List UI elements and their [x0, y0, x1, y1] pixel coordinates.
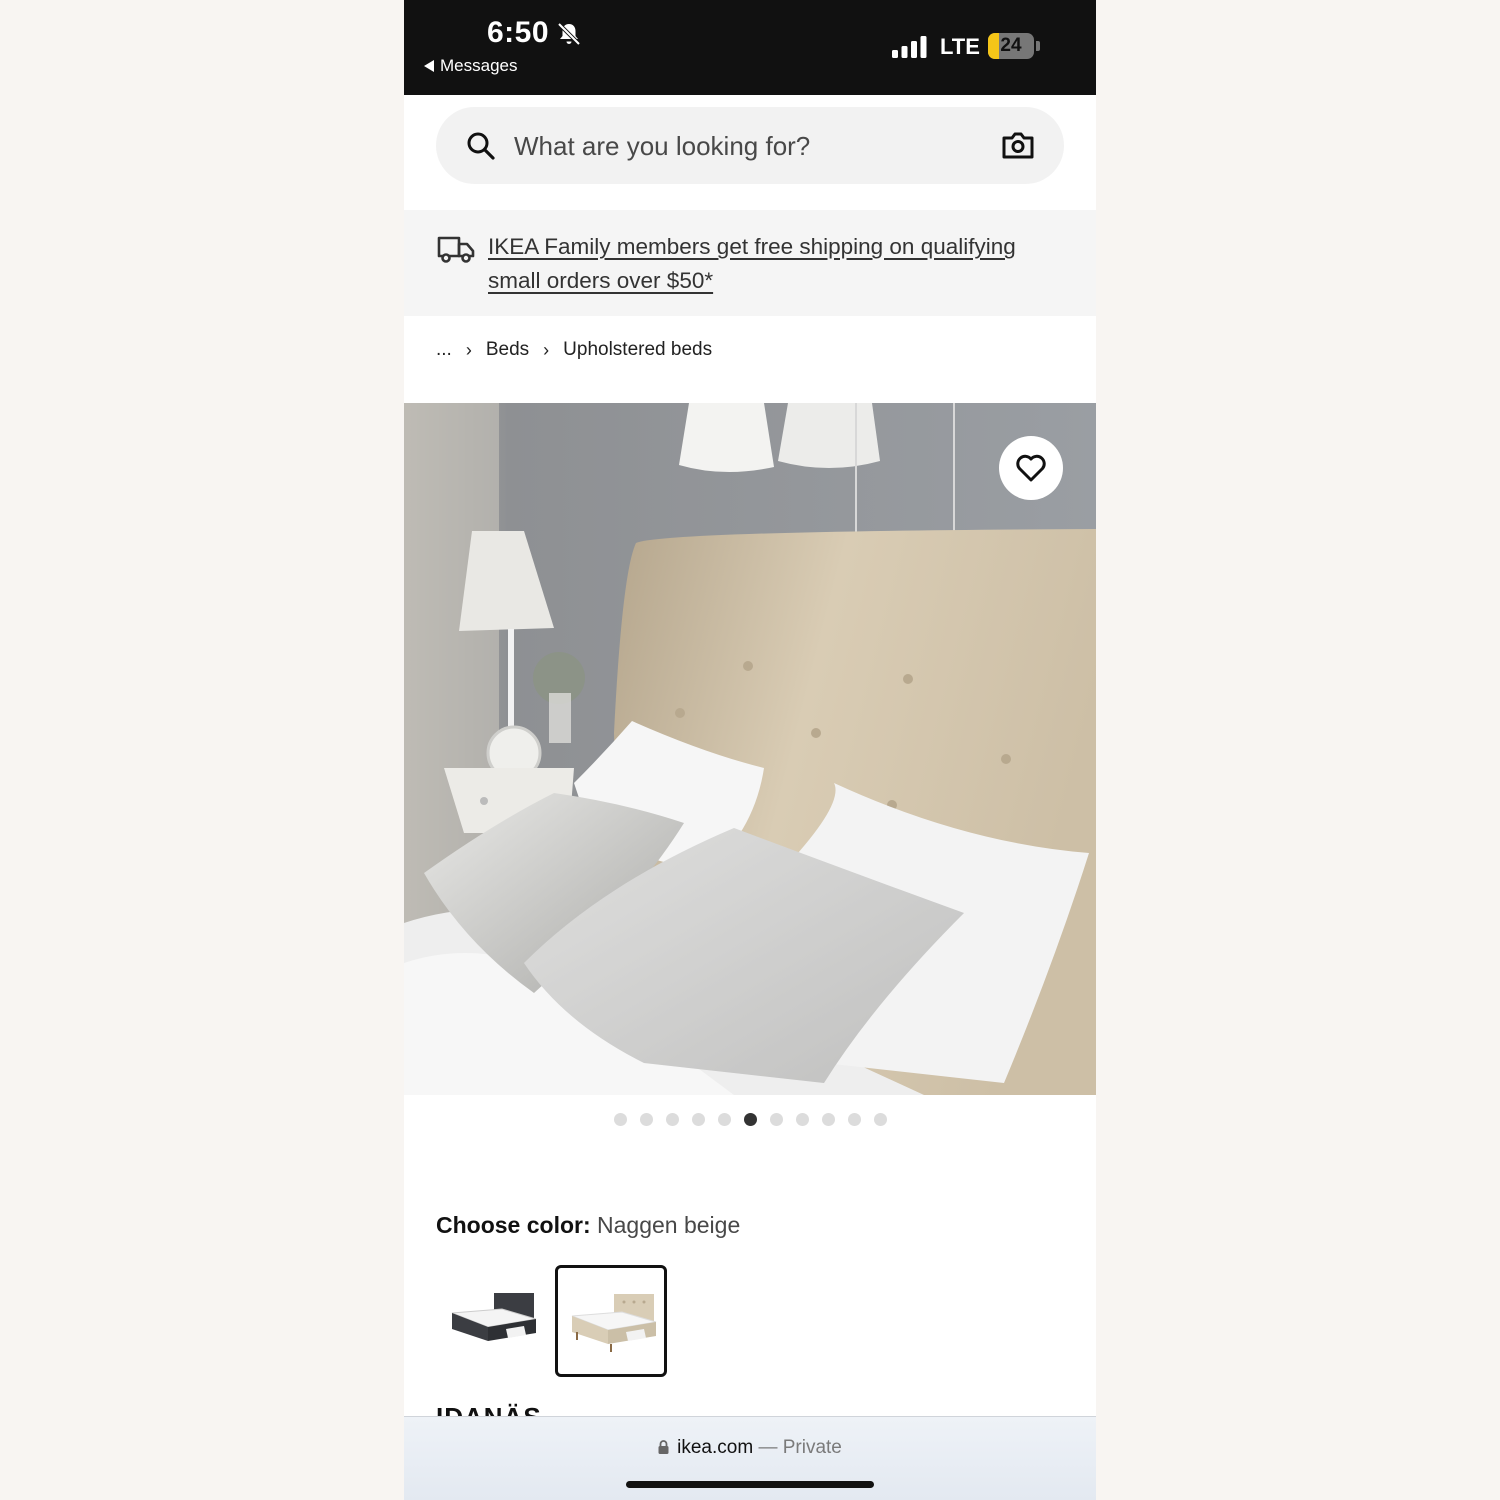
choose-color-label: Choose color: Naggen beige — [436, 1212, 740, 1239]
status-time: 6:50 — [487, 16, 550, 49]
breadcrumb-ellipsis[interactable]: ... — [436, 339, 452, 361]
product-image[interactable] — [404, 403, 1096, 1095]
dark-bed-thumbnail — [451, 1293, 537, 1341]
back-arrow-icon — [424, 60, 434, 72]
network-type: LTE — [940, 34, 980, 59]
search-icon[interactable] — [466, 131, 496, 161]
gallery-dot[interactable] — [691, 1113, 705, 1126]
gallery-dot[interactable] — [769, 1113, 783, 1126]
url-display[interactable]: ikea.com — Private — [404, 1437, 1096, 1459]
chevron-right-icon: › — [465, 339, 472, 360]
url-domain: ikea.com — [677, 1437, 754, 1458]
cellular-signal-icon — [892, 36, 927, 58]
selected-color-value: Naggen beige — [597, 1212, 741, 1238]
breadcrumb-upholstered-beds[interactable]: Upholstered beds — [563, 339, 712, 361]
heart-icon — [1016, 454, 1046, 482]
truck-icon — [437, 236, 475, 263]
battery-level: 24 — [1000, 35, 1022, 56]
bell-slash-icon — [557, 22, 581, 46]
gallery-dot[interactable] — [847, 1113, 861, 1126]
breadcrumb: ... › Beds › Upholstered beds — [436, 336, 712, 364]
search-section: What are you looking for? — [404, 95, 1096, 210]
shipping-banner: IKEA Family members get free shipping on… — [404, 210, 1096, 316]
private-mode-label: Private — [782, 1437, 842, 1458]
gallery-pagination[interactable] — [404, 1113, 1096, 1126]
gallery-dot[interactable] — [821, 1113, 835, 1126]
gallery-dot[interactable] — [639, 1113, 653, 1126]
camera-icon[interactable] — [1001, 130, 1035, 160]
phone-screen: 6:50 Messages LTE 24 What are you lookin… — [404, 0, 1096, 1500]
chevron-right-icon: › — [543, 339, 550, 360]
color-option-dark-gray[interactable] — [436, 1265, 548, 1377]
gallery-dot[interactable] — [613, 1113, 627, 1126]
beige-bed-thumbnail — [571, 1294, 657, 1352]
choose-color-title: Choose color: — [436, 1212, 591, 1238]
color-option-beige[interactable] — [555, 1265, 667, 1377]
lock-icon — [658, 1440, 669, 1454]
free-shipping-link[interactable]: IKEA Family members get free shipping on… — [488, 230, 1068, 298]
status-bar: 6:50 Messages LTE 24 — [404, 0, 1096, 95]
breadcrumb-beds[interactable]: Beds — [486, 339, 529, 361]
back-to-messages[interactable]: Messages — [424, 56, 517, 76]
gallery-dot[interactable] — [873, 1113, 887, 1126]
search-placeholder: What are you looking for? — [514, 131, 811, 161]
home-indicator[interactable] — [626, 1481, 874, 1488]
bedroom-photo — [404, 403, 1096, 1095]
favorite-button[interactable] — [999, 436, 1063, 500]
product-name: IDANÄS — [436, 1402, 542, 1416]
battery-icon: 24 — [988, 33, 1040, 59]
gallery-dot[interactable] — [795, 1113, 809, 1126]
url-separator: — — [758, 1437, 778, 1458]
gallery-dot[interactable] — [743, 1113, 757, 1126]
gallery-dot[interactable] — [665, 1113, 679, 1126]
browser-url-bar[interactable]: ikea.com — Private — [404, 1416, 1096, 1500]
gallery-dot[interactable] — [717, 1113, 731, 1126]
back-label: Messages — [440, 56, 518, 75]
search-input[interactable]: What are you looking for? — [436, 107, 1064, 184]
